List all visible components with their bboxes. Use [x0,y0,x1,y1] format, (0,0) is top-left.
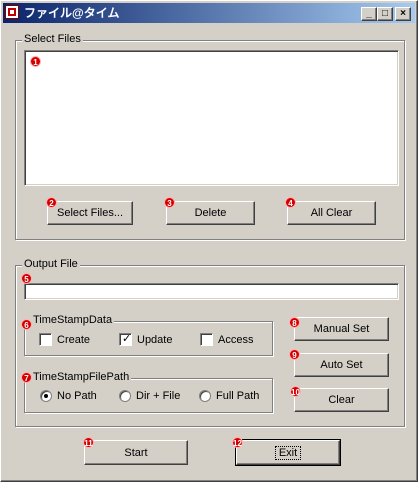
update-checkbox-box[interactable]: ✓ [119,333,132,346]
dir-file-radio[interactable]: Dir + File [119,390,180,402]
full-path-radio-label: Full Path [216,390,260,402]
marker-12: 12 [232,437,243,448]
access-checkbox-box[interactable] [200,333,213,346]
update-checkbox-label: Update [137,333,173,346]
start-button-label: Start [124,446,148,459]
select-files-label: Select Files [22,33,83,46]
close-button[interactable]: × [395,7,411,21]
marker-2: 2 [46,197,57,208]
auto-set-button[interactable]: Auto Set [294,353,389,377]
all-clear-button[interactable]: All Clear [287,201,376,225]
window-title: ファイル@タイム [24,6,120,20]
exit-button-label: Exit [274,445,302,460]
full-path-radio[interactable]: Full Path [199,390,259,402]
manual-set-button[interactable]: Manual Set [294,317,389,341]
output-file-label: Output File [22,258,80,271]
marker-4: 4 [285,197,296,208]
auto-set-button-label: Auto Set [320,359,363,371]
exit-button[interactable]: Exit [235,439,341,466]
timestamp-file-path-label: TimeStampFilePath [31,371,132,384]
app-icon[interactable] [5,5,19,19]
dir-file-radio-label: Dir + File [136,390,181,402]
minimize-icon: _ [366,8,372,19]
marker-8: 8 [289,317,300,328]
maximize-icon: □ [381,8,389,19]
no-path-radio-label: No Path [57,390,97,402]
all-clear-button-label: All Clear [310,207,353,219]
access-checkbox-label: Access [218,333,254,346]
radio-dot-icon [44,394,48,398]
manual-set-button-label: Manual Set [313,323,370,335]
select-files-button-label: Select Files... [56,207,124,219]
update-checkbox[interactable]: ✓ Update [119,333,172,346]
minimize-button[interactable]: _ [361,7,377,21]
marker-3: 3 [164,197,175,208]
maximize-button[interactable]: □ [377,7,393,21]
file-list[interactable] [24,50,399,186]
no-path-radio-circle[interactable] [40,390,52,402]
close-icon: × [400,8,406,19]
no-path-radio[interactable]: No Path [40,390,97,402]
clear-button[interactable]: Clear [294,388,389,412]
marker-6: 6 [21,319,32,330]
marker-10: 10 [290,386,301,397]
marker-1: 1 [30,56,41,67]
create-checkbox-label: Create [57,333,91,346]
start-button[interactable]: Start [84,440,188,465]
timestamp-data-label: TimeStampData [31,314,115,327]
access-checkbox[interactable]: Access [200,333,253,346]
delete-button-label: Delete [194,207,227,219]
marker-11: 11 [83,437,94,448]
delete-button[interactable]: Delete [166,201,255,225]
output-file-input[interactable] [24,283,399,300]
marker-7: 7 [21,372,32,383]
create-checkbox[interactable]: Create [39,333,90,346]
marker-5: 5 [21,273,32,284]
dir-file-radio-circle[interactable] [119,390,131,402]
select-files-button[interactable]: Select Files... [47,201,133,225]
clear-button-label: Clear [328,394,355,406]
checkmark-icon: ✓ [122,333,132,345]
create-checkbox-box[interactable] [39,333,52,346]
full-path-radio-circle[interactable] [199,390,211,402]
marker-9: 9 [289,349,300,360]
